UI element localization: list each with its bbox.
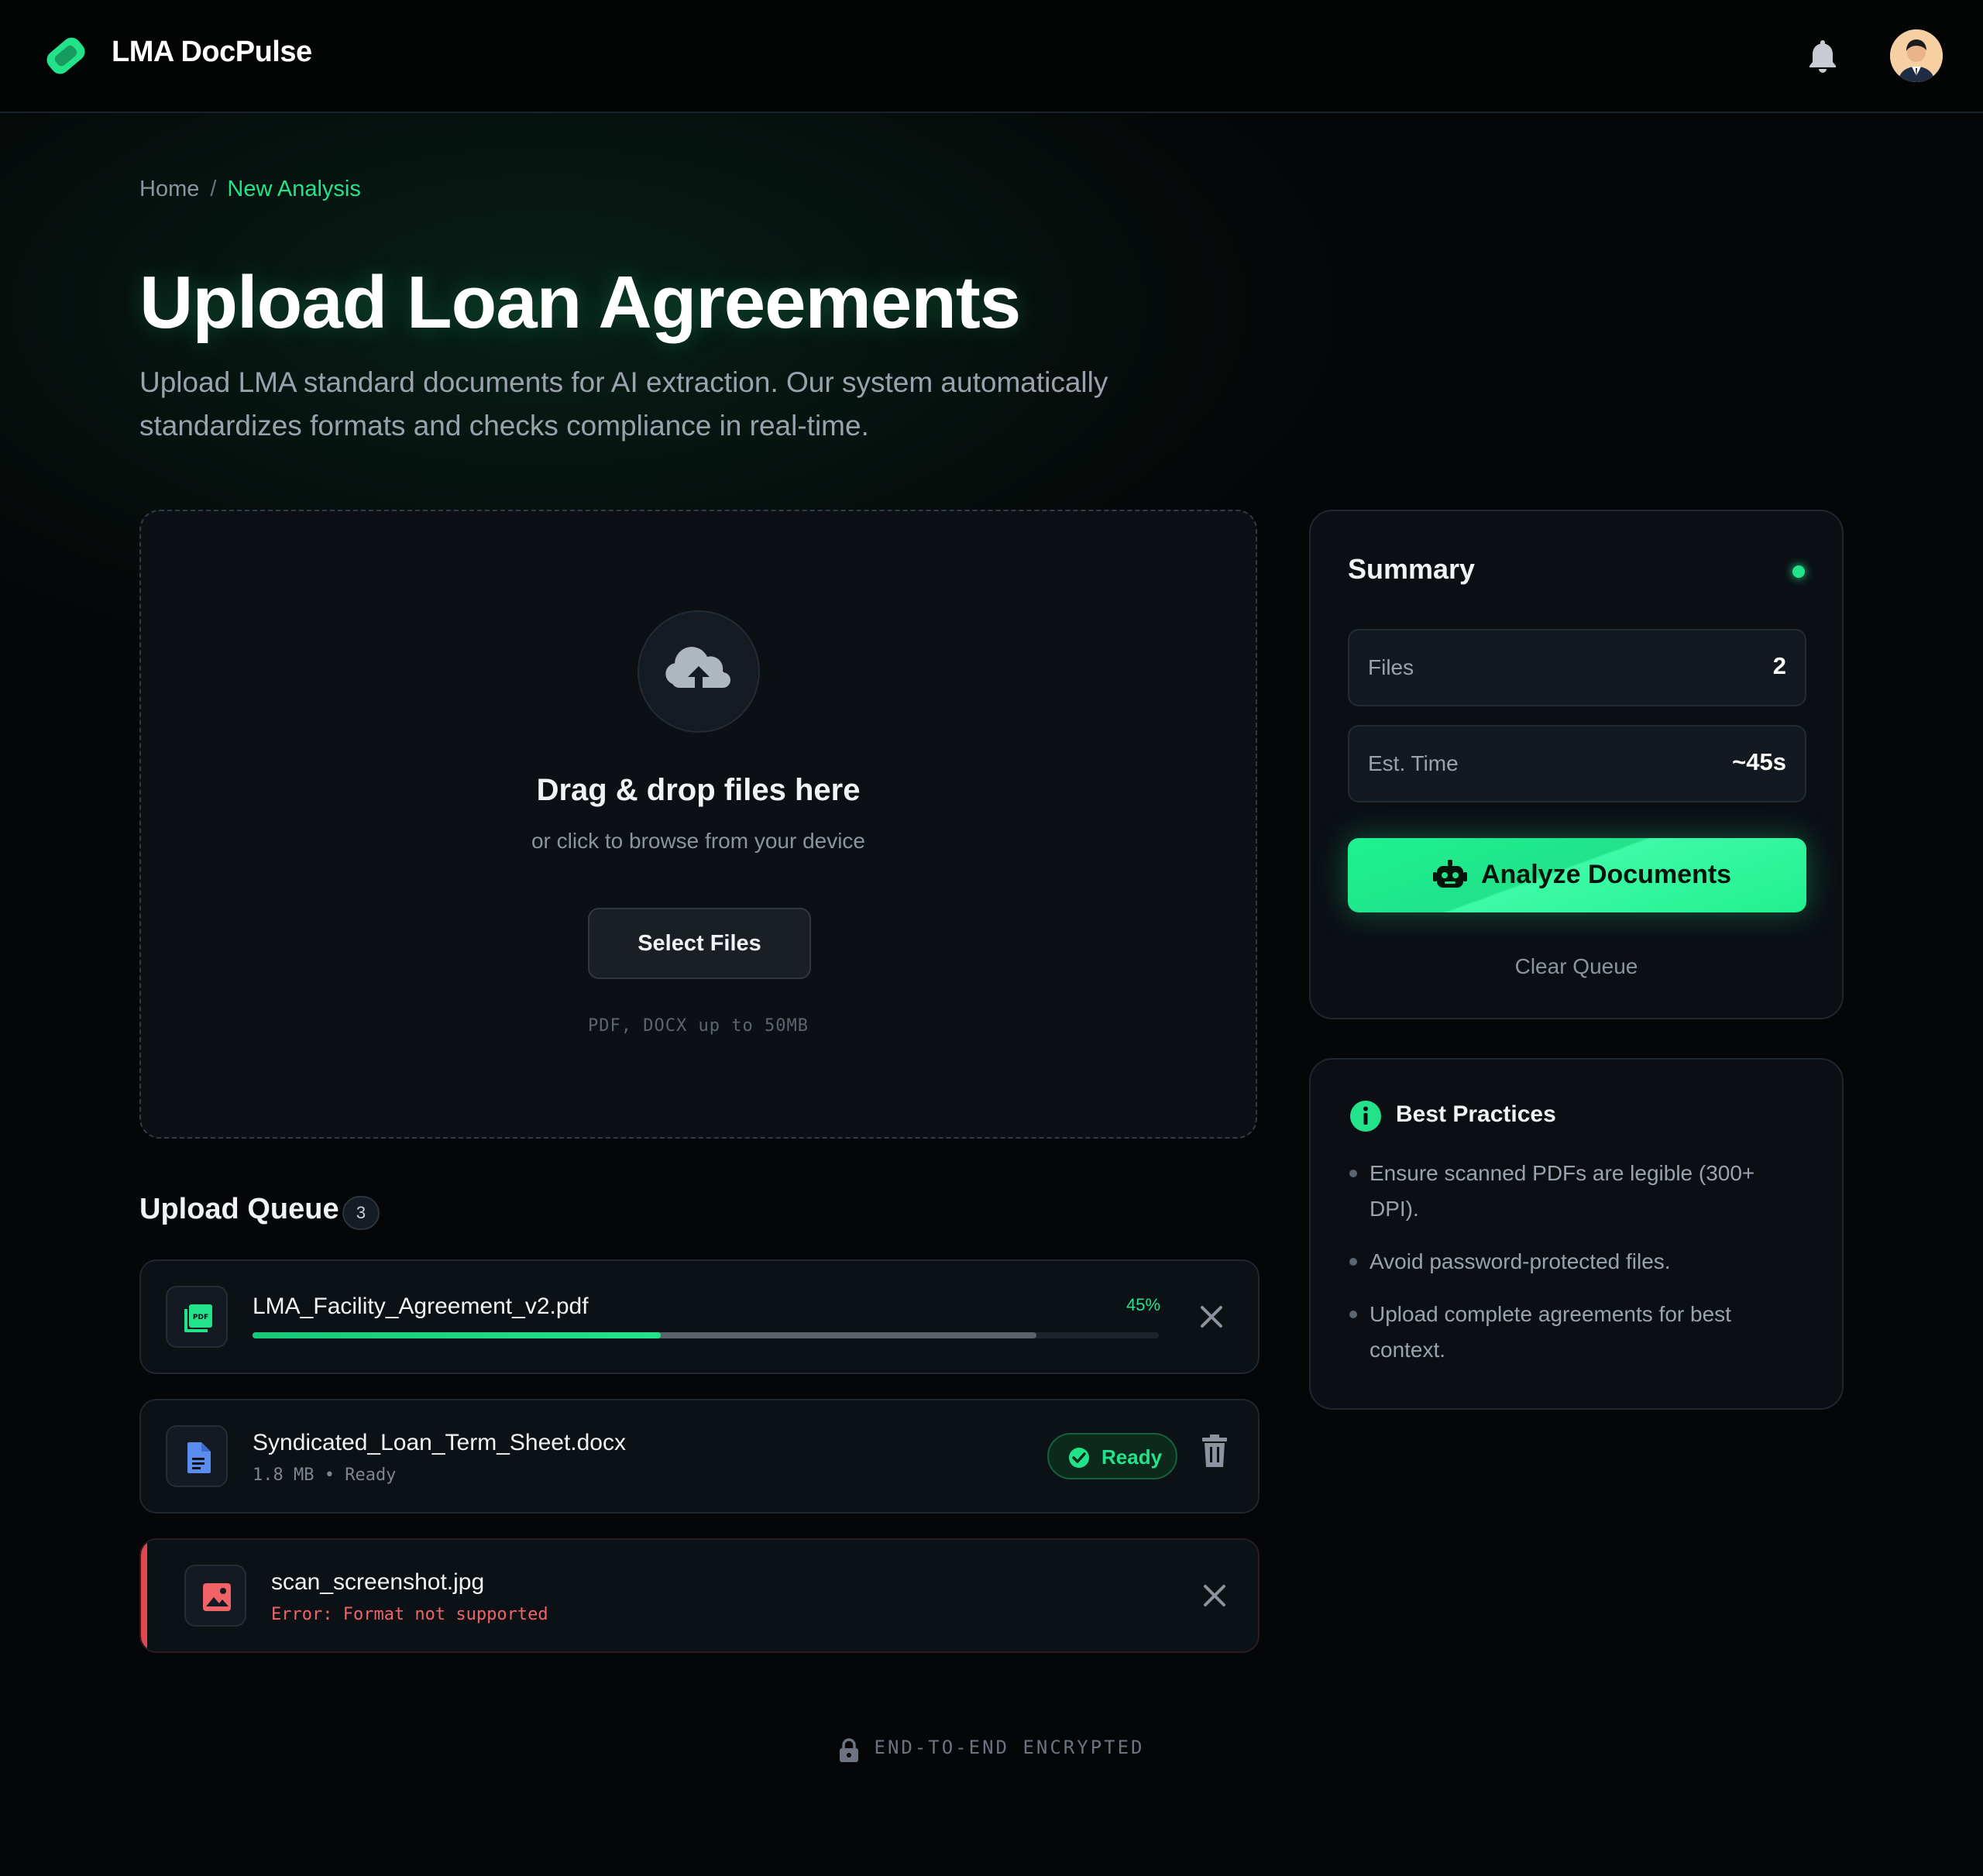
user-avatar[interactable]	[1890, 29, 1943, 82]
page-description: Upload LMA standard documents for AI ext…	[139, 366, 1108, 442]
image-file-icon	[184, 1565, 246, 1627]
files-value: 2	[1772, 652, 1786, 679]
status-badge: Ready	[1047, 1433, 1177, 1479]
upload-queue-title: Upload Queue	[139, 1193, 339, 1225]
file-name: scan_screenshot.jpg	[271, 1569, 485, 1595]
best-practices-panel: Best Practices Ensure scanned PDFs are l…	[1309, 1058, 1844, 1410]
top-navbar: LMA DocPulse	[0, 0, 1983, 113]
remove-file-icon[interactable]	[1199, 1580, 1230, 1611]
file-name: Syndicated_Loan_Term_Sheet.docx	[253, 1430, 626, 1455]
progress-fill	[253, 1332, 661, 1338]
status-badge-label: Ready	[1101, 1445, 1163, 1469]
logo-icon	[39, 31, 93, 81]
svg-text:PDF: PDF	[193, 1314, 208, 1321]
page-title: Upload Loan Agreements	[139, 261, 1021, 344]
queue-item-ready: Syndicated_Loan_Term_Sheet.docx 1.8 MB •…	[139, 1399, 1260, 1514]
info-icon	[1350, 1101, 1381, 1132]
best-practices-list: Ensure scanned PDFs are legible (300+ DP…	[1348, 1156, 1782, 1385]
error-indicator-bar	[141, 1540, 147, 1651]
analyze-documents-button[interactable]: Analyze Documents	[1348, 838, 1806, 912]
breadcrumb-current: New Analysis	[227, 177, 361, 201]
dropzone-title: Drag & drop files here	[536, 773, 861, 807]
list-item: Avoid password-protected files.	[1348, 1244, 1782, 1280]
files-stat: Files 2	[1348, 629, 1806, 706]
list-item: Upload complete agreements for best cont…	[1348, 1297, 1782, 1368]
file-meta: 1.8 MB • Ready	[253, 1465, 397, 1485]
upload-percent: 45%	[1126, 1295, 1161, 1314]
list-item: Ensure scanned PDFs are legible (300+ DP…	[1348, 1156, 1782, 1227]
est-time-value: ~45s	[1732, 748, 1786, 775]
notification-bell-icon[interactable]	[1805, 37, 1840, 74]
summary-title: Summary	[1348, 553, 1476, 585]
best-practices-title: Best Practices	[1396, 1101, 1556, 1127]
check-circle-icon	[1069, 1448, 1089, 1468]
status-dot	[1792, 565, 1805, 578]
breadcrumb: Home / New Analysis	[139, 177, 361, 202]
dropzone-hint: PDF, DOCX up to 50MB	[588, 1016, 809, 1036]
robot-icon	[1433, 860, 1467, 888]
encryption-notice: END-TO-END ENCRYPTED	[874, 1737, 1145, 1758]
footer: END-TO-END ENCRYPTED	[0, 1737, 1983, 1762]
trash-icon[interactable]	[1201, 1434, 1229, 1469]
est-time-stat: Est. Time ~45s	[1348, 725, 1806, 802]
clear-queue-button[interactable]: Clear Queue	[1311, 954, 1842, 979]
cancel-upload-icon[interactable]	[1196, 1301, 1227, 1332]
files-label: Files	[1368, 655, 1414, 679]
select-files-button[interactable]: Select Files	[588, 908, 811, 979]
doc-file-icon	[166, 1425, 228, 1487]
breadcrumb-home-link[interactable]: Home	[139, 177, 199, 201]
dropzone-subtitle: or click to browse from your device	[531, 829, 866, 853]
est-time-label: Est. Time	[1368, 751, 1459, 775]
summary-panel: Summary Files 2 Est. Time ~45s Analyze D…	[1309, 510, 1844, 1019]
queue-item-uploading: PDF LMA_Facility_Agreement_v2.pdf 45%	[139, 1259, 1260, 1374]
analyze-button-label: Analyze Documents	[1481, 860, 1732, 889]
pdf-file-icon: PDF	[166, 1286, 228, 1348]
file-dropzone[interactable]: Drag & drop files here or click to brows…	[139, 510, 1257, 1139]
breadcrumb-separator: /	[210, 177, 217, 201]
file-name: LMA_Facility_Agreement_v2.pdf	[253, 1294, 589, 1319]
app-name[interactable]: LMA DocPulse	[112, 36, 312, 69]
queue-item-error: scan_screenshot.jpg Error: Format not su…	[139, 1538, 1260, 1653]
cloud-upload-icon	[638, 610, 760, 733]
lock-icon	[839, 1738, 858, 1762]
error-message: Error: Format not supported	[271, 1605, 548, 1624]
upload-progress-bar	[253, 1332, 1159, 1338]
queue-count-badge: 3	[342, 1196, 380, 1230]
